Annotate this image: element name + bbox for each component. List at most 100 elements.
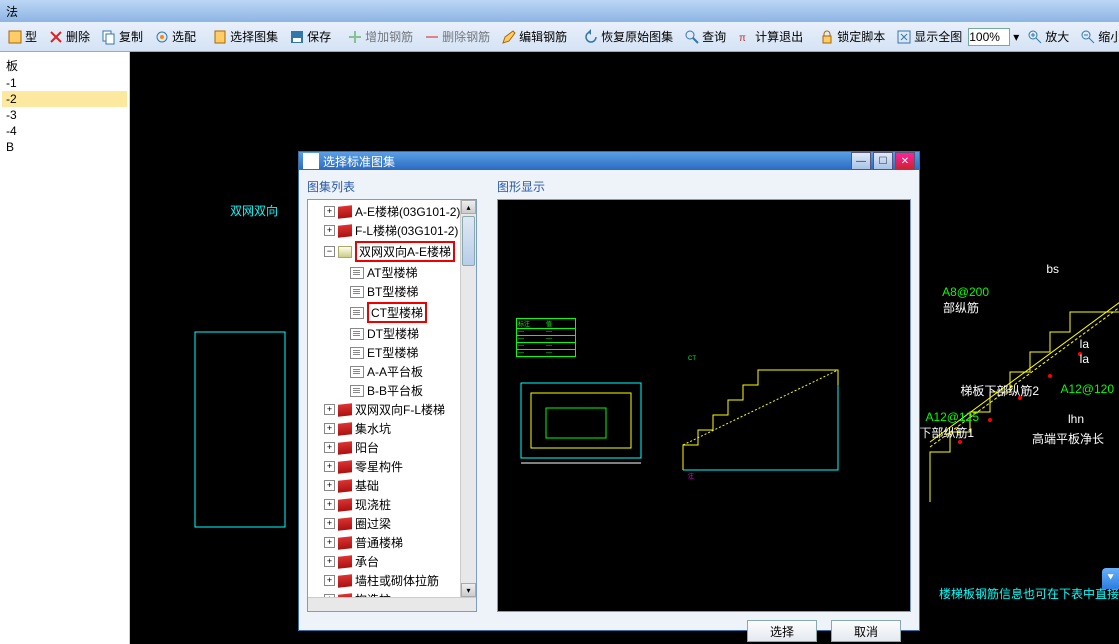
- tree-scrollbar[interactable]: ▴ ▾: [460, 200, 476, 597]
- restore-set-button[interactable]: 恢复原始图集: [578, 25, 678, 48]
- corner-tab[interactable]: ⯆: [1102, 568, 1119, 589]
- book-icon: [338, 517, 352, 530]
- expand-icon[interactable]: +: [324, 442, 335, 453]
- tree-node[interactable]: +普通楼梯: [324, 533, 474, 552]
- minimize-button[interactable]: —: [851, 152, 871, 170]
- select-button[interactable]: 选择: [747, 620, 817, 642]
- expand-icon[interactable]: +: [324, 575, 335, 586]
- lock-icon: [819, 29, 835, 45]
- page-icon: [350, 307, 364, 319]
- page-icon: [350, 347, 364, 359]
- expand-icon[interactable]: +: [324, 556, 335, 567]
- save-button[interactable]: 保存: [284, 25, 336, 48]
- maximize-button[interactable]: ☐: [873, 152, 893, 170]
- tree-node[interactable]: +A-E楼梯(03G101-2): [324, 202, 474, 221]
- aux-frame: [190, 327, 290, 537]
- zoom-dropdown[interactable]: ▾: [1011, 27, 1021, 47]
- tree-node[interactable]: +现浇桩: [324, 495, 474, 514]
- page-icon: [350, 267, 364, 279]
- close-button[interactable]: ✕: [895, 152, 915, 170]
- lock-script-button[interactable]: 锁定脚本: [814, 25, 890, 48]
- cad-title: 双网双向: [230, 202, 278, 219]
- query-button[interactable]: 查询: [679, 25, 731, 48]
- save-icon: [289, 29, 305, 45]
- delete-button[interactable]: 删除: [43, 25, 95, 48]
- tree-leaf[interactable]: AT型楼梯: [350, 263, 474, 282]
- book-icon: [212, 29, 228, 45]
- expand-icon[interactable]: +: [324, 206, 335, 217]
- tree-leaf[interactable]: A-A平台板: [350, 362, 474, 381]
- match-button[interactable]: 选配: [149, 25, 201, 48]
- expand-icon[interactable]: +: [324, 499, 335, 510]
- zoom-out-icon: [1080, 29, 1096, 45]
- tree-leaf[interactable]: CT型楼梯: [350, 301, 474, 324]
- show-all-button[interactable]: 显示全图: [891, 25, 967, 48]
- minus-icon: [424, 29, 440, 45]
- expand-icon[interactable]: +: [324, 461, 335, 472]
- tree-box[interactable]: +A-E楼梯(03G101-2) +F-L楼梯(03G101-2) −双网双向A…: [307, 199, 477, 612]
- dialog-titlebar[interactable]: 选择标准图集 — ☐ ✕: [299, 152, 919, 170]
- tree-node[interactable]: +圈过梁: [324, 514, 474, 533]
- zoom-in-icon: [1027, 29, 1043, 45]
- tree-node[interactable]: +双网双向F-L楼梯: [324, 400, 474, 419]
- cancel-button[interactable]: 取消: [831, 620, 901, 642]
- select-set-button[interactable]: 选择图集: [207, 25, 283, 48]
- tree-h-scrollbar[interactable]: [308, 597, 476, 611]
- tree-leaf[interactable]: B-B平台板: [350, 381, 474, 400]
- edit-icon: [501, 29, 517, 45]
- label-bzj: 部纵筋: [943, 299, 979, 316]
- tree-node[interactable]: +阳台: [324, 438, 474, 457]
- tree-node[interactable]: +墙柱或砌体拉筋: [324, 571, 474, 590]
- select-set-dialog: 选择标准图集 — ☐ ✕ 图集列表 +A-E楼梯(03G101-2) +F-L楼…: [298, 151, 920, 631]
- label-bottom2: 梯板下部纵筋2: [960, 382, 1039, 399]
- book-icon: [338, 555, 352, 568]
- tree-node[interactable]: −双网双向A-E楼梯: [324, 240, 474, 263]
- tree-leaf[interactable]: ET型楼梯: [350, 343, 474, 362]
- tree-leaf[interactable]: DT型楼梯: [350, 324, 474, 343]
- copy-button[interactable]: 复制: [96, 25, 148, 48]
- list-item[interactable]: -3: [2, 107, 127, 123]
- zoom-in-button[interactable]: 放大: [1022, 25, 1074, 48]
- calc-icon: π: [737, 29, 753, 45]
- expand-icon[interactable]: +: [324, 537, 335, 548]
- expand-icon[interactable]: +: [324, 480, 335, 491]
- list-item[interactable]: -2: [2, 91, 127, 107]
- tree-node[interactable]: +F-L楼梯(03G101-2): [324, 221, 474, 240]
- svg-text:注: 注: [688, 472, 694, 480]
- label-la2: la: [1080, 352, 1089, 366]
- tree-node[interactable]: +集水坑: [324, 419, 474, 438]
- scroll-thumb[interactable]: [462, 216, 475, 266]
- label-a12125: A12@125: [925, 410, 979, 424]
- tree-node[interactable]: +基础: [324, 476, 474, 495]
- del-rebar-button[interactable]: 删除钢筋: [419, 25, 495, 48]
- main-toolbar: 型 删除 复制 选配 选择图集 保存 增加钢筋 删除钢筋 编辑钢筋 恢复原始图集…: [0, 22, 1119, 52]
- page-icon: [350, 385, 364, 397]
- zoom-input[interactable]: [968, 28, 1010, 46]
- tree-leaf[interactable]: BT型楼梯: [350, 282, 474, 301]
- type-button[interactable]: 型: [2, 25, 42, 48]
- book-icon: [338, 224, 352, 237]
- list-item[interactable]: B: [2, 139, 127, 155]
- zoom-out-button[interactable]: 缩小: [1075, 25, 1119, 48]
- left-panel: 板 -1 -2 -3 -4 B: [0, 52, 130, 644]
- expand-icon[interactable]: +: [324, 404, 335, 415]
- collapse-icon[interactable]: −: [324, 246, 335, 257]
- edit-rebar-button[interactable]: 编辑钢筋: [496, 25, 572, 48]
- add-rebar-button[interactable]: 增加钢筋: [342, 25, 418, 48]
- calc-exit-button[interactable]: π计算退出: [732, 25, 808, 48]
- book-icon: [338, 479, 352, 492]
- type-icon: [7, 29, 23, 45]
- expand-icon[interactable]: +: [324, 518, 335, 529]
- expand-icon[interactable]: +: [324, 423, 335, 434]
- list-item[interactable]: -1: [2, 75, 127, 91]
- list-item[interactable]: -4: [2, 123, 127, 139]
- scroll-down-icon[interactable]: ▾: [461, 583, 476, 597]
- tree-node[interactable]: +零星构件: [324, 457, 474, 476]
- label-bottom1: 下部纵筋1: [919, 424, 974, 441]
- tree-node[interactable]: +承台: [324, 552, 474, 571]
- hint-text: 楼梯板钢筋信息也可在下表中直接: [939, 585, 1119, 602]
- app-title: 法: [6, 3, 18, 20]
- expand-icon[interactable]: +: [324, 225, 335, 236]
- scroll-up-icon[interactable]: ▴: [461, 200, 476, 214]
- panel-head: 板: [2, 56, 127, 75]
